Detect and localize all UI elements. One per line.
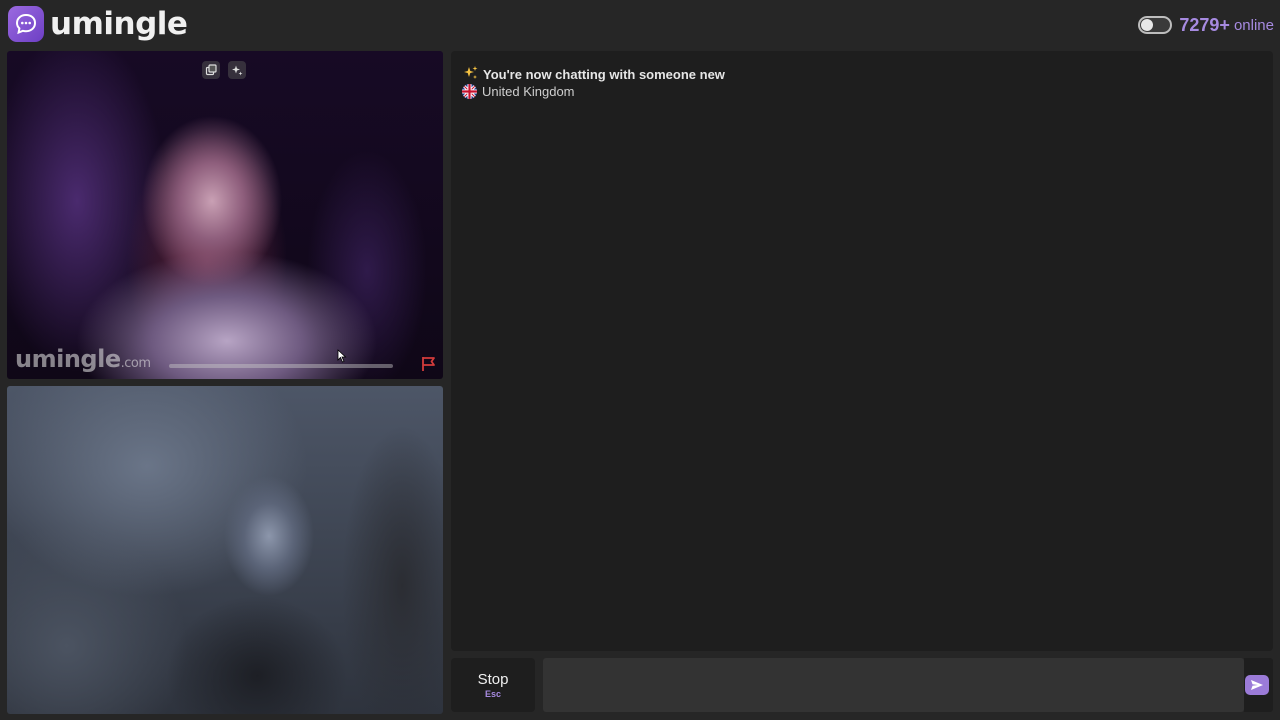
chat-bubble-icon (8, 6, 44, 42)
stranger-video: umingle.com (7, 51, 443, 379)
online-label: online (1233, 16, 1274, 34)
sparkles-icon (463, 65, 479, 84)
stop-button[interactable]: Stop Esc (451, 658, 535, 712)
toggle-knob (1141, 19, 1154, 31)
system-message-country: United Kingdom (462, 84, 575, 99)
message-input[interactable] (543, 658, 1244, 712)
dark-mode-toggle[interactable] (1138, 16, 1173, 34)
mouse-cursor-icon (337, 349, 347, 368)
report-flag-icon[interactable] (420, 355, 438, 373)
video-watermark: umingle.com (15, 345, 151, 373)
uk-flag-icon (462, 84, 477, 99)
video-progress-bar (169, 364, 393, 368)
online-count: 7279+ (1179, 14, 1230, 35)
system-message-text: You're now chatting with someone new (483, 67, 725, 82)
self-video (7, 386, 443, 714)
header: umingle 7279+ online (0, 0, 1280, 50)
chat-panel: You're now chatting with someone new Uni… (451, 51, 1273, 651)
stop-shortcut-hint: Esc (484, 689, 501, 699)
send-icon[interactable] (1245, 675, 1269, 695)
stop-button-label: Stop (477, 671, 509, 688)
online-indicator: 7279+ online (1138, 12, 1274, 38)
brand-logo[interactable]: umingle (8, 6, 188, 42)
brand-name: umingle (50, 6, 188, 42)
sparkle-effects-icon[interactable] (228, 61, 246, 79)
system-message-connected: You're now chatting with someone new (463, 65, 725, 84)
country-text: United Kingdom (482, 84, 575, 99)
pip-icon[interactable] (202, 61, 220, 79)
